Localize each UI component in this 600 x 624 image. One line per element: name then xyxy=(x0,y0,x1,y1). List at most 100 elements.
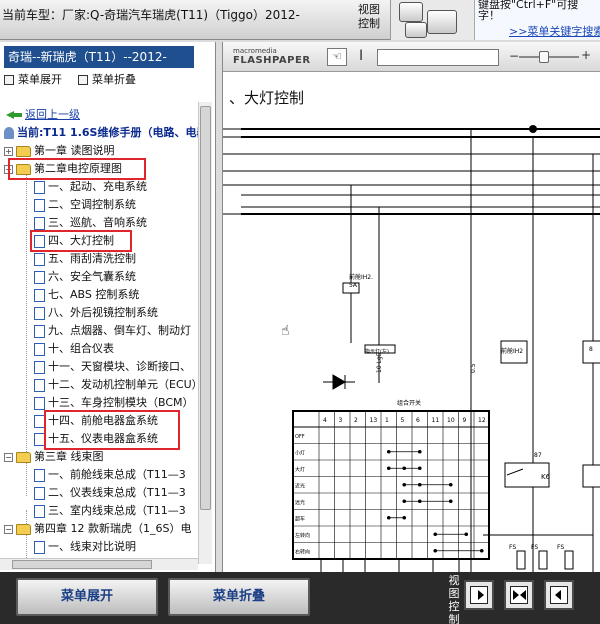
switch-row-label: 远光 xyxy=(295,499,305,506)
switch-col-label: 10 xyxy=(447,417,455,424)
flashpaper-toolbar: macromedia FLASHPAPER ☜ I − + xyxy=(223,42,600,72)
tree-doc-item[interactable]: 二、空调控制系统 xyxy=(34,196,136,214)
tree-collapse-button[interactable]: 菜单折叠 xyxy=(78,70,136,90)
zoom-knob[interactable] xyxy=(539,51,549,63)
search-input[interactable] xyxy=(377,49,499,66)
tree-expand-button[interactable]: 菜单展开 xyxy=(4,70,62,90)
expander-icon[interactable]: + xyxy=(4,146,13,156)
tree-doc-item[interactable]: 一、前舱线束总成（T11—3 xyxy=(34,466,186,484)
switch-col-label: 5 xyxy=(401,417,405,424)
tree-collapse-label: 菜单折叠 xyxy=(92,73,136,86)
folder-icon xyxy=(16,145,31,157)
view-left-button[interactable] xyxy=(544,580,574,610)
book-icon xyxy=(4,127,14,139)
bus-lines xyxy=(241,128,600,215)
current-book: 当前:T11 1.6S维修手册（电路、电器） xyxy=(4,124,198,142)
scrollbar-thumb[interactable] xyxy=(12,560,152,569)
tree-item-label: 一、前舱线束总成（T11—3 xyxy=(48,468,186,481)
expander-icon[interactable]: − xyxy=(4,524,13,534)
split-arrows-icon xyxy=(510,586,528,604)
menu-collapse-button[interactable]: 菜单折叠 xyxy=(168,578,310,616)
search-tip: 键盘按"Ctrl+F"可搜 字！ >>菜单关键字搜索 xyxy=(474,0,600,40)
document-icon xyxy=(34,486,45,500)
indicator-lamp xyxy=(323,374,355,390)
document-icon xyxy=(34,342,45,356)
folder-icon xyxy=(16,451,31,463)
tree-doc-item[interactable]: 八、外后视镜控制系统 xyxy=(34,304,158,322)
tree-doc-item[interactable]: 七、ABS 控制系统 xyxy=(34,286,139,304)
fuse-a xyxy=(342,282,396,354)
tree-doc-item[interactable]: 五、雨刮清洗控制 xyxy=(34,250,136,268)
tree-folder-item[interactable]: − 第三章 线束图 xyxy=(4,448,104,466)
tree-item-label: 二、空调控制系统 xyxy=(48,198,136,211)
document-icon xyxy=(34,306,45,320)
text-select-icon[interactable]: I xyxy=(359,48,363,64)
tree-item-label: 七、ABS 控制系统 xyxy=(48,288,140,301)
tree-line xyxy=(26,166,27,496)
document-viewer: macromedia FLASHPAPER ☜ I − + 、大灯控制 前舱IH… xyxy=(222,42,600,572)
menu-expand-button[interactable]: 菜单展开 xyxy=(16,578,158,616)
svg-text:FS: FS xyxy=(531,544,538,551)
svg-text:10 LgB: 10 LgB xyxy=(376,352,383,373)
tree-toolbar: 菜单展开 菜单折叠 xyxy=(4,70,194,90)
switch-col-label: 1 xyxy=(385,417,389,424)
tree-doc-item[interactable]: 一、线束对比说明 xyxy=(34,538,136,556)
hand-tool-icon[interactable]: ☜ xyxy=(327,48,347,66)
tree-doc-item[interactable]: 一、起动、充电系统 xyxy=(34,178,147,196)
zoom-track[interactable] xyxy=(519,56,579,58)
view-right-button[interactable] xyxy=(464,580,494,610)
current-car-model: 当前车型：厂家:Q-奇瑞汽车瑞虎(T11)（Tiggo）2012- xyxy=(2,8,300,22)
document-icon xyxy=(34,288,45,302)
tree-doc-item[interactable]: 六、安全气囊系统 xyxy=(34,268,136,286)
switch-col-label: 11 xyxy=(432,417,440,424)
tree-item-label: 九、点烟器、倒车灯、制动灯 xyxy=(48,324,191,337)
svg-text:K6: K6 xyxy=(541,473,551,481)
tree-item-label: 十、组合仪表 xyxy=(48,342,114,355)
back-link[interactable]: 返回上一级 xyxy=(6,106,80,124)
expander-icon[interactable]: − xyxy=(4,452,13,462)
tree-doc-item[interactable]: 三、室内线束总成（T11—3 xyxy=(34,502,186,520)
menu-keyword-search-link[interactable]: >>菜单关键字搜索 xyxy=(509,25,600,38)
switch-col-label: 9 xyxy=(463,417,467,424)
tree-folder-item[interactable]: − 第四章 12 款新瑞虎（1_6S）电 xyxy=(4,520,191,538)
tree-item-label: 二、仪表线束总成（T11—3 xyxy=(48,486,186,499)
tree-item-label: 第三章 线束图 xyxy=(34,450,104,463)
zoom-slider[interactable]: − + xyxy=(509,48,600,64)
tree-doc-item[interactable]: 二、仪表线束总成（T11—3 xyxy=(34,484,186,502)
switch-col-label: 6 xyxy=(416,417,420,424)
expand-icon xyxy=(4,75,14,85)
tree-doc-item[interactable]: 十一、天窗模块、诊断接口、 xyxy=(34,358,191,376)
svg-text:FS: FS xyxy=(509,544,516,551)
switch-col-label: 12 xyxy=(478,417,486,424)
document-icon xyxy=(34,252,45,266)
tree-horizontal-scrollbar[interactable] xyxy=(0,558,198,570)
switch-col-label: 3 xyxy=(339,417,343,424)
view-control-label[interactable]: 视图控制 xyxy=(356,3,382,31)
document-icon xyxy=(34,378,45,392)
zoom-in-icon[interactable]: + xyxy=(581,48,591,62)
svg-text:87: 87 xyxy=(534,452,542,459)
back-arrow-icon xyxy=(6,110,22,120)
document-page[interactable]: 、大灯控制 前舱IH2. 5A 指示灯(左) 10 LgB 0.5 组合开关 4… xyxy=(223,73,600,572)
svg-text:5A: 5A xyxy=(349,282,358,289)
tree-vertical-scrollbar[interactable] xyxy=(198,102,212,564)
zoom-out-icon[interactable]: − xyxy=(509,49,519,63)
tree-doc-item[interactable]: 十、组合仪表 xyxy=(34,340,114,358)
tree-item-label: 十一、天窗模块、诊断接口、 xyxy=(48,360,191,373)
tree-item-label: 八、外后视镜控制系统 xyxy=(48,306,158,319)
view-split-button[interactable] xyxy=(504,580,534,610)
relay-k7-coil xyxy=(582,464,600,488)
document-icon xyxy=(34,324,45,338)
tree-doc-item[interactable]: 十二、发动机控制单元（ECU） xyxy=(34,376,198,394)
bottom-toolbar: 菜单展开 菜单折叠 视图控制 xyxy=(0,572,600,624)
svg-text:0.5: 0.5 xyxy=(470,363,477,373)
tree-doc-item[interactable]: 九、点烟器、倒车灯、制动灯 xyxy=(34,322,191,340)
keyboard-shortcut-image xyxy=(390,0,474,40)
document-icon xyxy=(34,216,45,230)
scrollbar-thumb[interactable] xyxy=(200,106,211,510)
svg-text:8: 8 xyxy=(589,346,593,353)
lower-wires xyxy=(320,559,460,572)
switch-col-label: 13 xyxy=(370,417,378,424)
app-window: 当前车型：厂家:Q-奇瑞汽车瑞虎(T11)（Tiggo）2012- 视图控制 键… xyxy=(0,0,600,624)
tree-item-label: 第四章 12 款新瑞虎（1_6S）电 xyxy=(34,522,192,535)
